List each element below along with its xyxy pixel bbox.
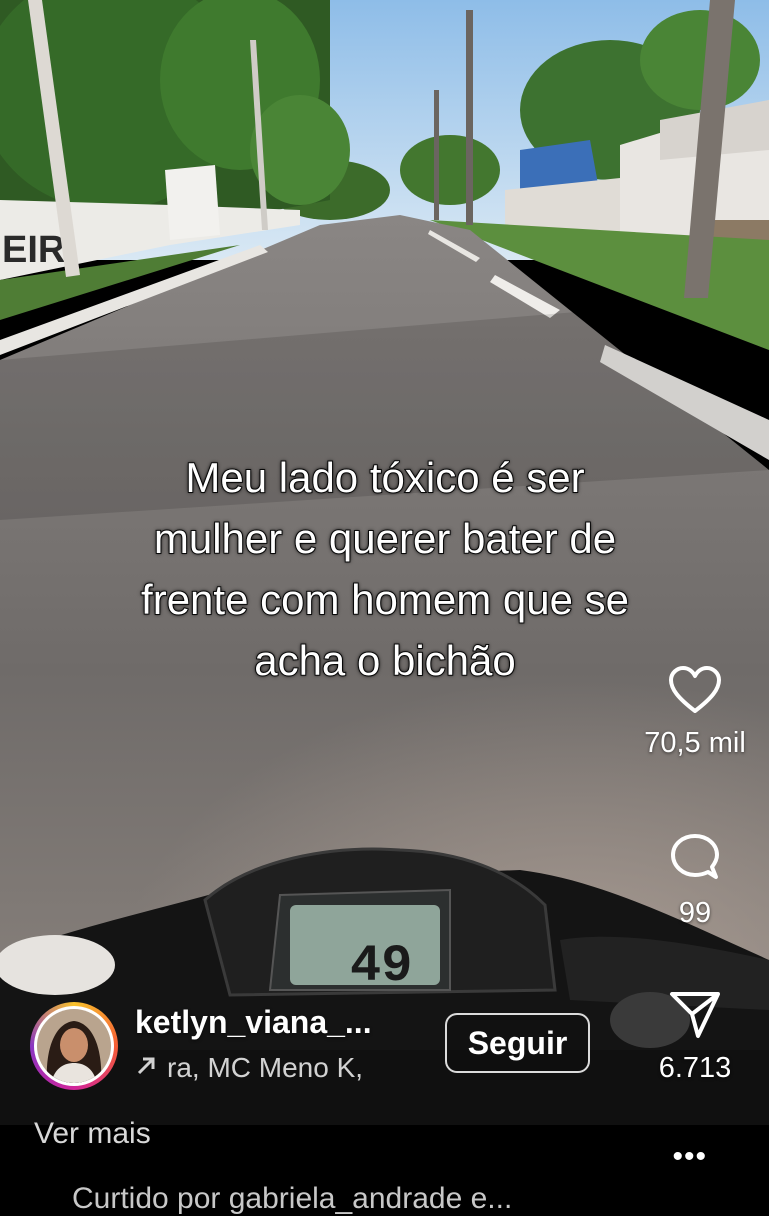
paper-plane-icon	[670, 992, 720, 1038]
caption-line: Meu lado tóxico é ser	[184, 453, 585, 502]
wall-lettering: EIR	[2, 229, 65, 271]
like-button[interactable]: 70,5 mil	[635, 665, 755, 760]
comment-count: 99	[678, 897, 712, 929]
speedometer-reading: 49	[350, 937, 412, 996]
heart-icon	[669, 666, 721, 713]
follow-button[interactable]: Seguir	[445, 1013, 590, 1073]
music-text: ra, MC Meno K,	[167, 1052, 364, 1083]
avatar[interactable]	[30, 1002, 118, 1090]
caption-line: mulher e querer bater de	[153, 514, 617, 563]
share-count: 6.713	[658, 1052, 732, 1084]
see-more-link[interactable]: Ver mais	[34, 1117, 151, 1151]
caption-line: frente com homem que se	[140, 575, 630, 624]
username[interactable]: ketlyn_viana_...	[135, 1004, 372, 1041]
comment-button[interactable]: 99	[635, 833, 755, 930]
avatar-ring	[34, 1006, 114, 1086]
reel-video[interactable]: EIR 49 Meu lado tóxico é ser mulher e qu…	[0, 0, 769, 1125]
comment-bubble-icon	[671, 834, 719, 879]
like-count: 70,5 mil	[644, 727, 746, 759]
music-info[interactable]: ra, MC Meno K,	[135, 1052, 363, 1084]
author-row: ketlyn_viana_... ra, MC Meno K, Seguir	[30, 1002, 590, 1092]
caption-line: acha o bichão	[253, 636, 517, 685]
arrow-icon	[135, 1052, 157, 1084]
more-options-icon[interactable]: •••	[672, 1140, 707, 1174]
share-button[interactable]: 6.713	[635, 990, 755, 1085]
avatar-photo	[37, 1009, 111, 1083]
liked-by-text[interactable]: Curtido por gabriela_andrade e...	[72, 1182, 512, 1216]
video-caption: Meu lado tóxico é ser mulher e querer ba…	[40, 447, 730, 691]
